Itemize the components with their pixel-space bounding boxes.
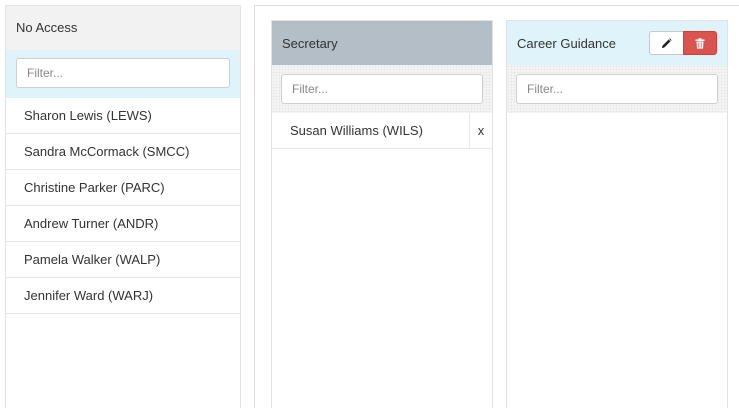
user-list-item[interactable]: Sharon Lewis (LEWS) xyxy=(6,98,240,134)
remove-member-button[interactable]: x xyxy=(469,113,492,148)
user-list-item[interactable]: Andrew Turner (ANDR) xyxy=(6,206,240,242)
user-list: Sharon Lewis (LEWS) Sandra McCormack (SM… xyxy=(6,98,240,314)
pencil-icon xyxy=(661,37,672,48)
no-access-filter-input[interactable] xyxy=(16,58,230,88)
user-list-item[interactable]: Christine Parker (PARC) xyxy=(6,170,240,206)
group-secretary: Secretary Susan Williams (WILS) x xyxy=(271,20,493,408)
delete-group-button[interactable] xyxy=(683,31,717,55)
member-name: Susan Williams (WILS) xyxy=(290,123,423,138)
user-list-item[interactable]: Sandra McCormack (SMCC) xyxy=(6,134,240,170)
group-header[interactable]: Secretary xyxy=(272,21,492,65)
career-guidance-filter-input[interactable] xyxy=(516,74,718,104)
group-filter-band xyxy=(507,65,727,113)
group-career-guidance: Career Guidance xyxy=(506,20,728,408)
group-header[interactable]: Career Guidance xyxy=(507,21,727,65)
filter-band xyxy=(6,50,240,98)
group-filter-band xyxy=(272,65,492,113)
user-list-item[interactable]: Jennifer Ward (WARJ) xyxy=(6,278,240,314)
group-member-row[interactable]: Susan Williams (WILS) x xyxy=(272,113,492,149)
no-access-panel: No Access Sharon Lewis (LEWS) Sandra McC… xyxy=(5,5,241,408)
groups-area: Secretary Susan Williams (WILS) x Career… xyxy=(254,5,739,408)
edit-group-button[interactable] xyxy=(649,31,683,55)
secretary-filter-input[interactable] xyxy=(281,74,483,104)
panel-title: No Access xyxy=(6,6,240,50)
trash-icon xyxy=(695,37,705,49)
group-actions xyxy=(649,31,717,55)
group-title: Career Guidance xyxy=(517,35,616,51)
group-title: Secretary xyxy=(282,35,338,51)
user-list-item[interactable]: Pamela Walker (WALP) xyxy=(6,242,240,278)
